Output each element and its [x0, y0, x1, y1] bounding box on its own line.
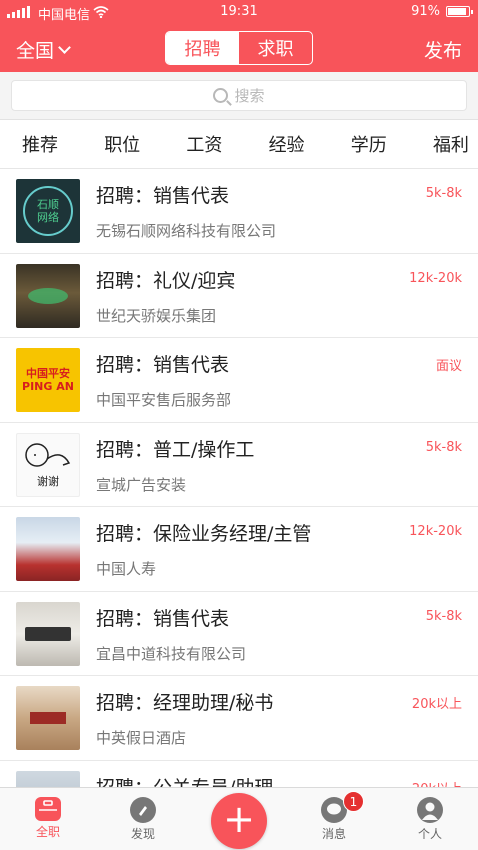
company-logo — [16, 601, 80, 666]
salary-range: 面议 — [435, 359, 462, 374]
company-name: 中英假日酒店 — [96, 729, 187, 747]
segment-control: 招聘 求职 — [165, 31, 313, 65]
region-selector[interactable]: 全国 — [16, 36, 71, 63]
segment-recruit[interactable]: 招聘 — [166, 32, 239, 64]
company-logo: 石顺 网络 — [16, 179, 80, 243]
job-item[interactable]: 招聘：经理助理/秘书 中英假日酒店 20k以上 — [0, 676, 478, 761]
sketch-icon — [25, 443, 71, 467]
segment-jobseek[interactable]: 求职 — [239, 32, 312, 64]
logo-text: 中国平安 PING AN — [22, 367, 74, 393]
nav-row: 全国 招聘 求职 发布 — [0, 28, 478, 68]
message-badge: 1 — [343, 791, 364, 812]
job-item[interactable]: 招聘：保险业务经理/主管 中国人寿 12k-20k — [0, 507, 478, 592]
company-logo — [16, 263, 80, 328]
job-title: 招聘：普工/操作工 — [96, 438, 255, 461]
filter-experience[interactable]: 经验 — [269, 131, 305, 157]
job-title: 招聘：销售代表 — [96, 354, 230, 376]
salary-range: 12k-20k — [409, 524, 462, 539]
company-name: 中国平安售后服务部 — [96, 391, 232, 409]
company-logo: 中国平安 PING AN — [16, 348, 80, 412]
battery-indicator: 91% — [411, 4, 473, 19]
tab-label: 消息 — [321, 827, 346, 841]
salary-range: 12k-20k — [409, 270, 462, 286]
tab-label: 个人 — [417, 827, 442, 841]
job-item[interactable]: 招聘：礼仪/迎宾 世纪天骄娱乐集团 12k-20k — [0, 254, 478, 338]
salary-range: 5k-8k — [425, 186, 462, 201]
filter-position[interactable]: 职位 — [104, 131, 140, 157]
salary-range: 5k-8k — [425, 439, 462, 455]
company-logo: 谢谢 — [16, 432, 80, 497]
company-name: 宣城广告安装 — [96, 475, 187, 494]
company-name: 无锡石顺网络科技有限公司 — [96, 222, 277, 240]
job-item[interactable]: 谢谢 招聘：普工/操作工 宣城广告安装 5k-8k — [0, 423, 478, 507]
company-name: 宜昌中道科技有限公司 — [96, 644, 247, 663]
compass-icon — [130, 797, 156, 823]
tab-label: 发现 — [130, 827, 155, 841]
battery-icon — [446, 6, 473, 17]
filter-recommend[interactable]: 推荐 — [22, 131, 58, 157]
job-item[interactable]: 中国平安 PING AN 招聘：销售代表 中国平安售后服务部 面议 — [0, 338, 478, 423]
job-title: 招聘：保险业务经理/主管 — [96, 523, 312, 545]
job-title: 招聘：销售代表 — [96, 607, 230, 630]
region-label: 全国 — [16, 40, 55, 62]
company-name: 中国人寿 — [96, 560, 157, 578]
company-name: 世纪天骄娱乐集团 — [96, 306, 217, 325]
app-header: 中国电信 19:31 91% 全国 招聘 求职 发布 — [0, 0, 478, 72]
job-title: 招聘：经理助理/秘书 — [96, 692, 274, 714]
search-bar: 搜索 — [0, 72, 478, 120]
company-logo — [16, 517, 80, 581]
logo-text: 谢谢 — [37, 475, 59, 488]
filter-bar: 推荐 职位 工资 经验 学历 福利 — [0, 120, 478, 169]
company-logo — [16, 686, 80, 750]
tab-discover[interactable]: 发现 — [113, 797, 173, 842]
job-title: 招聘：销售代表 — [96, 185, 230, 207]
job-list: 石顺 网络 招聘：销售代表 无锡石顺网络科技有限公司 5k-8k 招聘：礼仪/迎… — [0, 169, 478, 845]
briefcase-icon — [35, 797, 61, 821]
person-icon — [417, 797, 443, 823]
status-bar: 中国电信 19:31 91% — [0, 0, 478, 24]
battery-percent: 91% — [411, 4, 440, 19]
search-icon — [213, 88, 229, 103]
filter-benefits[interactable]: 福利 — [433, 131, 469, 157]
tab-label: 全职 — [35, 825, 60, 839]
filter-salary[interactable]: 工资 — [186, 131, 222, 157]
create-post-button[interactable]: + — [211, 793, 267, 849]
filter-education[interactable]: 学历 — [351, 131, 387, 157]
job-item[interactable]: 石顺 网络 招聘：销售代表 无锡石顺网络科技有限公司 5k-8k — [0, 169, 478, 254]
salary-range: 5k-8k — [425, 608, 462, 624]
chevron-down-icon — [58, 40, 71, 54]
search-placeholder: 搜索 — [234, 87, 265, 105]
job-item[interactable]: 招聘：销售代表 宜昌中道科技有限公司 5k-8k — [0, 592, 478, 676]
logo-text: 石顺 网络 — [23, 186, 73, 236]
job-title: 招聘：礼仪/迎宾 — [96, 269, 236, 292]
tab-fulltime[interactable]: 全职 — [18, 797, 78, 840]
salary-range: 20k以上 — [411, 697, 462, 712]
search-input[interactable]: 搜索 — [11, 80, 467, 111]
publish-button[interactable]: 发布 — [424, 36, 462, 63]
clock: 19:31 — [220, 4, 258, 19]
tab-profile[interactable]: 个人 — [400, 797, 460, 842]
